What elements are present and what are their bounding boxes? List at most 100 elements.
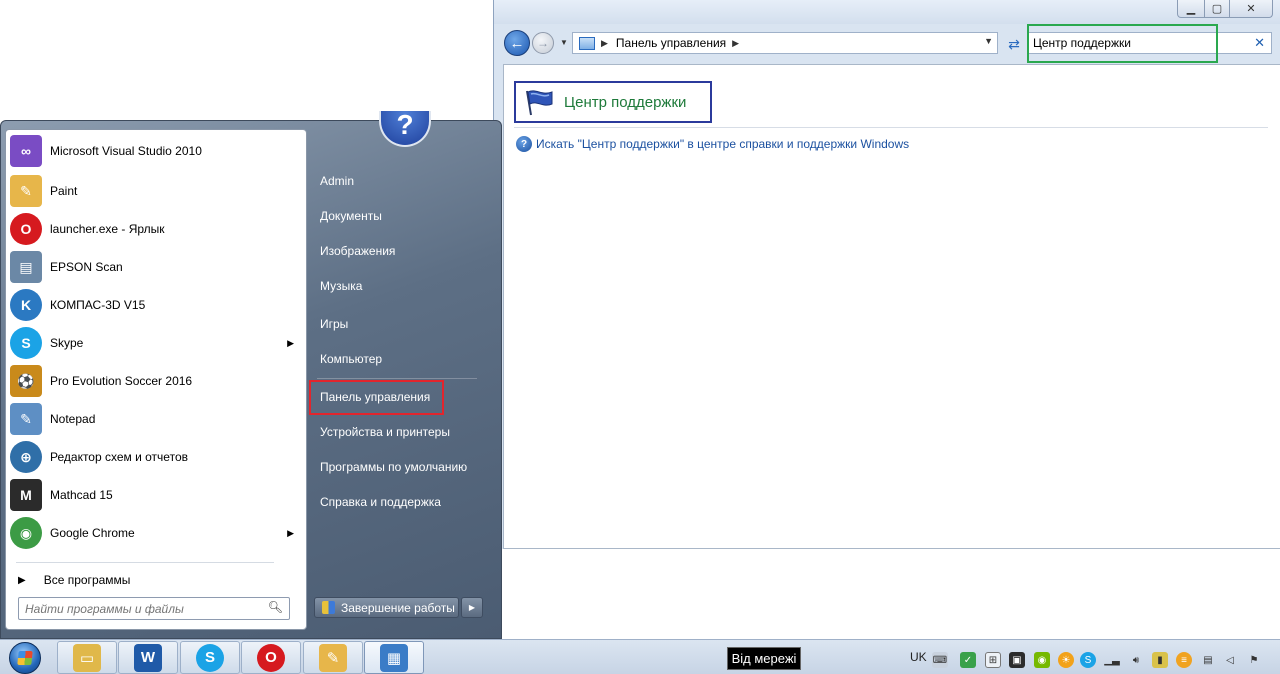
forward-button[interactable]: → [532, 32, 554, 54]
chevron-right-icon[interactable]: ▶ [732, 38, 739, 49]
history-dropdown-icon[interactable]: ▼ [560, 38, 568, 47]
help-user-picture-icon: ? [379, 111, 431, 147]
program-item[interactable]: ▤ EPSON Scan [6, 248, 306, 286]
program-item[interactable]: O launcher.exe - Ярлык [6, 210, 306, 248]
taskbar-button-opera[interactable]: O [241, 641, 301, 674]
word-icon: W [134, 643, 162, 672]
start-search-input[interactable] [25, 601, 261, 616]
place-help-support[interactable]: Справка и поддержка [320, 495, 441, 509]
close-button[interactable]: ✕ [1229, 0, 1273, 18]
refresh-button[interactable]: ⇄ [1004, 34, 1024, 54]
network-tooltip: Від мережі [727, 647, 801, 670]
network-icon[interactable]: ▁▃ [1104, 652, 1120, 668]
program-label: Notepad [50, 412, 96, 426]
program-label: launcher.exe - Ярлык [50, 222, 165, 236]
program-item[interactable]: M Mathcad 15 [6, 476, 306, 514]
usb-device-icon[interactable]: ▤ [1200, 652, 1216, 668]
address-dropdown-icon[interactable]: ▼ [984, 36, 993, 46]
program-label: Mathcad 15 [50, 488, 113, 502]
language-indicator[interactable]: UK [910, 650, 927, 664]
place-devices-printers[interactable]: Устройства и принтеры [320, 425, 450, 439]
program-label: КОМПАС-3D V15 [50, 298, 146, 312]
result-action-center[interactable]: Центр поддержки [514, 81, 712, 123]
taskbar-button-control-panel[interactable]: ▦ [364, 641, 424, 674]
gpu-icon[interactable]: ▣ [1009, 652, 1025, 668]
place-default-programs[interactable]: Программы по умолчанию [320, 460, 467, 474]
shutdown-label: Завершение работы [341, 600, 455, 615]
search-icon[interactable]: 🔍︎ [268, 600, 283, 614]
program-label: Paint [50, 184, 78, 198]
place-pictures[interactable]: Изображения [320, 244, 395, 258]
sun-icon[interactable]: ☀ [1058, 652, 1074, 668]
help-search-link-text[interactable]: Искать "Центр поддержки" в центре справк… [536, 137, 909, 151]
minimize-button[interactable]: ▁ [1177, 0, 1205, 18]
place-music[interactable]: Музыка [320, 279, 362, 293]
start-search-box[interactable]: 🔍︎ [18, 597, 290, 620]
program-item[interactable]: ⚽ Pro Evolution Soccer 2016 [6, 362, 306, 400]
control-panel-window: ▁ ▢ ✕ ← → ▼ ▶ Панель управления ▶ ▼ ⇄ ✕ … [493, 0, 1280, 549]
program-item[interactable]: ⊕ Редактор схем и отчетов [6, 438, 306, 476]
place-games[interactable]: Игры [320, 317, 348, 331]
program-item[interactable]: ✎ Paint [6, 172, 306, 210]
keyboard-icon[interactable]: ⌨ [932, 652, 948, 668]
triangle-right-icon: ▶ [18, 574, 26, 586]
battery-icon[interactable]: ▮ [1152, 652, 1168, 668]
explorer-icon: ▭ [73, 643, 101, 672]
skype-icon: S [196, 643, 224, 672]
breadcrumb-control-panel[interactable]: Панель управления [616, 36, 726, 50]
paint-icon: ✎ [10, 175, 42, 207]
program-label: Google Chrome [50, 526, 135, 540]
program-item[interactable]: K КОМПАС-3D V15 [6, 286, 306, 324]
place-documents[interactable]: Документы [320, 209, 382, 223]
address-bar[interactable]: ▶ Панель управления ▶ ▼ [572, 32, 998, 54]
programs-pane: ∞ Microsoft Visual Studio 2010 ✎ Paint O… [5, 129, 307, 630]
places-pane: ? Admin Документы Изображения Музыка Игр… [307, 111, 503, 640]
result-title[interactable]: Центр поддержки [564, 94, 686, 111]
program-label: EPSON Scan [50, 260, 123, 274]
clear-search-icon[interactable]: ✕ [1254, 35, 1265, 51]
skype-icon: S [10, 327, 42, 359]
maximize-button[interactable]: ▢ [1204, 0, 1230, 18]
help-icon: ? [516, 136, 532, 152]
place-control-panel[interactable]: Панель управления [320, 390, 430, 404]
all-programs-button[interactable]: ▶ Все программы [6, 568, 306, 592]
back-button[interactable]: ← [504, 30, 530, 56]
place-admin[interactable]: Admin [320, 174, 354, 188]
flag-tray-icon[interactable]: ⚑ [1246, 652, 1262, 668]
taskbar-button-explorer[interactable]: ▭ [57, 641, 117, 674]
program-label: Skype [50, 336, 84, 350]
security-check-icon[interactable]: ✓ [960, 652, 976, 668]
shutdown-options-button[interactable]: ▶ [461, 597, 483, 618]
program-item[interactable]: ◉ Google Chrome ▶ [6, 514, 306, 552]
program-label: Pro Evolution Soccer 2016 [50, 374, 193, 388]
chevron-right-icon[interactable]: ▶ [601, 38, 608, 49]
nvidia-icon[interactable]: ◉ [1034, 652, 1050, 668]
program-item[interactable]: S Skype ▶ [6, 324, 306, 362]
taskbar-button-skype[interactable]: S [180, 641, 240, 674]
help-search-link[interactable]: ? Искать "Центр поддержки" в центре спра… [516, 136, 909, 152]
control-panel-icon [579, 36, 595, 50]
schema-editor-icon: ⊕ [10, 441, 42, 473]
divider [16, 562, 274, 563]
program-item[interactable]: ✎ Notepad [6, 400, 306, 438]
scanner-icon: ▤ [10, 251, 42, 283]
speaker-icon[interactable]: ◁ [1222, 652, 1238, 668]
flag-icon [526, 90, 553, 116]
shutdown-button[interactable]: Завершение работы [314, 597, 459, 618]
kompas-icon: K [10, 289, 42, 321]
update-icon[interactable]: ≡ [1176, 652, 1192, 668]
start-button[interactable] [2, 640, 48, 674]
submenu-arrow-icon[interactable]: ▶ [287, 338, 294, 349]
program-item[interactable]: ∞ Microsoft Visual Studio 2010 [6, 132, 306, 170]
taskbar-button-word[interactable]: W [118, 641, 178, 674]
taskbar-button-paint[interactable]: ✎ [303, 641, 363, 674]
windows-logo-icon [9, 641, 41, 674]
opera-icon: O [257, 643, 285, 672]
title-bar: ▁ ▢ ✕ [494, 0, 1280, 24]
volume-icon[interactable]: 🔊︎ [1128, 652, 1144, 668]
submenu-arrow-icon[interactable]: ▶ [287, 528, 294, 539]
place-computer[interactable]: Компьютер [320, 352, 382, 366]
skype-tray-icon[interactable]: S [1080, 652, 1096, 668]
windows-tile-icon[interactable]: ⊞ [985, 652, 1001, 668]
control-panel-icon: ▦ [380, 643, 408, 672]
